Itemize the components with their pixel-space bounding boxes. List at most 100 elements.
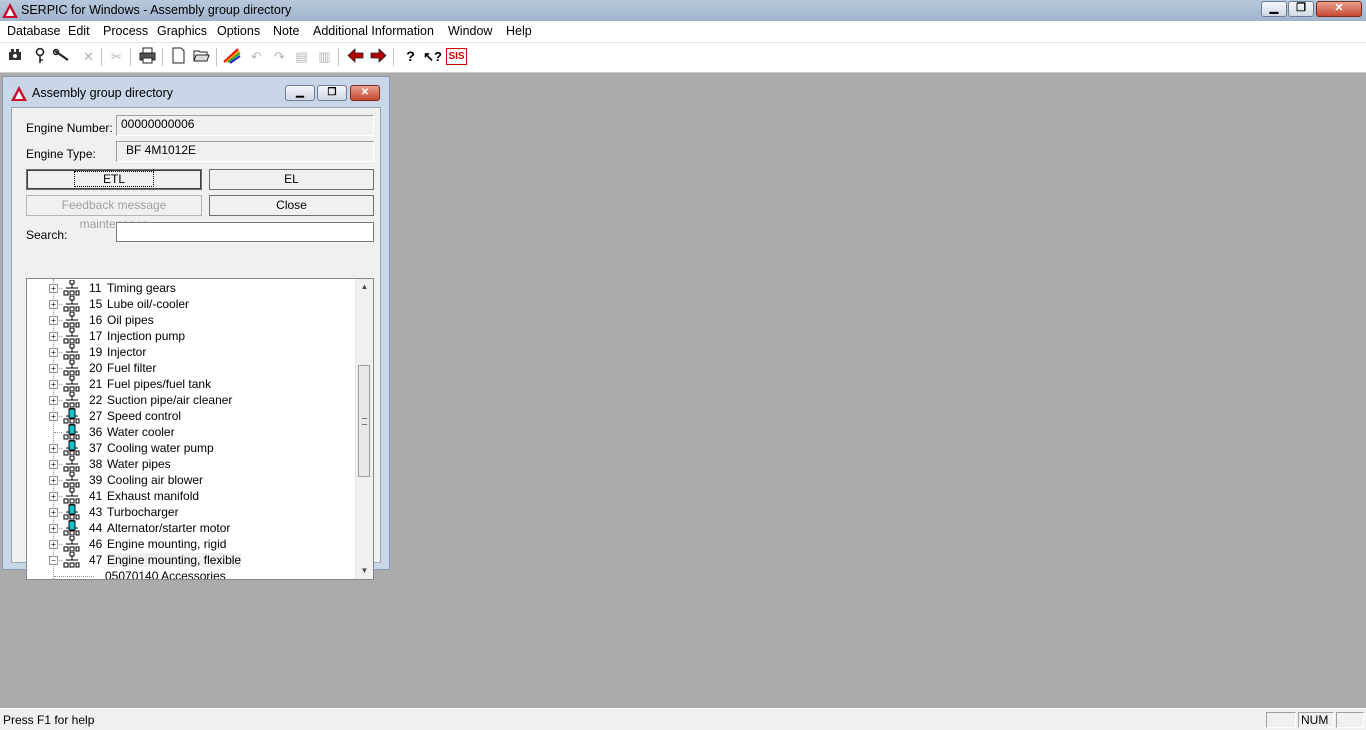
tree-item[interactable]: +15 Lube oil/-cooler <box>27 296 357 312</box>
tree-item[interactable]: +41 Exhaust manifold <box>27 488 357 504</box>
menu-process[interactable]: Process <box>103 24 148 38</box>
tree-item-label: Water cooler <box>107 425 175 439</box>
tree-item[interactable]: +44 Alternator/starter motor <box>27 520 357 536</box>
menu-additional-information[interactable]: Additional Information <box>313 24 434 38</box>
tree-item-number: 43 <box>89 505 103 519</box>
search-input[interactable] <box>116 222 374 242</box>
engine-icon[interactable] <box>6 47 25 66</box>
close-icon: ✕ <box>1334 2 1344 14</box>
close-dialog-button[interactable]: Close <box>209 195 374 216</box>
status-pane-caps <box>1266 712 1296 728</box>
assembly-group-icon <box>63 328 80 344</box>
tree-item-number: 22 <box>89 393 103 407</box>
rainbow-pencil-icon[interactable] <box>222 47 241 66</box>
assembly-group-directory-window[interactable]: Assembly group directory ▁ ❐ ✕ Engine Nu… <box>2 76 390 580</box>
tree-connector <box>54 352 62 353</box>
child-close-button[interactable]: ✕ <box>350 85 380 101</box>
minimize-icon: ▁ <box>1269 2 1279 14</box>
tree-connector <box>54 336 62 337</box>
wrench-icon[interactable] <box>52 47 71 66</box>
search-label: Search: <box>26 228 68 242</box>
open-folder-icon[interactable] <box>192 47 211 66</box>
tree-item[interactable]: +43 Turbocharger <box>27 504 357 520</box>
window-icon[interactable]: ▤ <box>292 47 311 66</box>
tree-item[interactable]: +36Water cooler <box>27 424 357 440</box>
assembly-group-cyan-icon <box>63 440 80 456</box>
app-title-bar[interactable]: SERPIC for Windows - Assembly group dire… <box>0 0 1366 21</box>
redo-icon[interactable]: ↷ <box>270 47 289 66</box>
minimize-button[interactable]: ▁ <box>1261 1 1287 17</box>
engine-type-label: Engine Type: <box>26 147 96 161</box>
scroll-down-arrow-icon[interactable]: ▼ <box>356 563 373 579</box>
toolbar: ✕ ✂ ↶ ↷ ▤ ▥ ? ↖? SIS <box>0 43 1366 73</box>
sis-icon[interactable]: SIS <box>446 47 467 66</box>
menu-help[interactable]: Help <box>506 24 532 38</box>
grip-icon <box>362 418 367 425</box>
menu-window[interactable]: Window <box>448 24 492 38</box>
tree-item[interactable]: +16 Oil pipes <box>27 312 357 328</box>
arrow-left-icon[interactable] <box>346 47 365 66</box>
help-icon[interactable]: ? <box>401 47 420 66</box>
scroll-up-arrow-icon[interactable]: ▲ <box>356 279 373 295</box>
feedback-message-maintenance-button[interactable]: Feedback message maintenance <box>26 195 202 231</box>
close-button[interactable]: ✕ <box>1316 1 1362 17</box>
tree-item-number: 11 <box>89 281 102 295</box>
tree-item[interactable]: +39 Cooling air blower <box>27 472 357 488</box>
tree-item[interactable]: +11 Timing gears <box>27 280 357 296</box>
child-minimize-button[interactable]: ▁ <box>285 85 315 101</box>
tree-item-label: Cooling air blower <box>107 473 204 487</box>
assembly-group-icon <box>63 552 80 568</box>
menu-note[interactable]: Note <box>273 24 299 38</box>
tree-item[interactable]: +37 Cooling water pump <box>27 440 357 456</box>
child-maximize-button[interactable]: ❐ <box>317 85 347 101</box>
tree-item[interactable]: +21 Fuel pipes/fuel tank <box>27 376 357 392</box>
assembly-group-tree[interactable]: +11 Timing gears +15 Lube oil/-cooler +16 Oil… <box>26 278 374 580</box>
window-alt-icon[interactable]: ▥ <box>315 47 334 66</box>
tree-item[interactable]: +17 Injection pump <box>27 328 357 344</box>
menu-options[interactable]: Options <box>217 24 260 38</box>
tree-connector <box>54 576 94 577</box>
engine-number-field[interactable]: 00000000006 <box>116 115 374 136</box>
tree-item-label: Fuel pipes/fuel tank <box>107 377 212 391</box>
tree-child-label: 05070140 Accessories <box>105 569 226 580</box>
tree-item[interactable]: +19 Injector <box>27 344 357 360</box>
undo-icon[interactable]: ↶ <box>247 47 266 66</box>
tree-item[interactable]: −47 Engine mounting, flexible <box>27 552 357 568</box>
etl-button[interactable]: ETL <box>26 169 202 190</box>
arrow-right-icon[interactable] <box>369 47 388 66</box>
el-button[interactable]: EL <box>209 169 374 190</box>
tree-vertical-scrollbar[interactable]: ▲ ▼ <box>355 279 373 579</box>
tree-item[interactable]: +38 Water pipes <box>27 456 357 472</box>
tree-item-label: Injector <box>107 345 147 359</box>
menu-edit[interactable]: Edit <box>68 24 90 38</box>
tree-item-number: 38 <box>89 457 103 471</box>
assembly-group-cyan-icon <box>63 408 80 424</box>
scrollbar-thumb[interactable] <box>358 365 370 477</box>
child-title-bar[interactable]: Assembly group directory ▁ ❐ ✕ <box>3 77 389 107</box>
printer-icon[interactable] <box>138 47 157 66</box>
assembly-group-icon <box>63 344 80 360</box>
app-logo-icon <box>2 3 18 18</box>
scissors-icon[interactable]: ✂ <box>107 47 126 66</box>
cross-icon[interactable]: ✕ <box>79 47 98 66</box>
assembly-group-icon <box>63 472 80 488</box>
menu-bar: Database Edit Process Graphics Options N… <box>0 21 1366 43</box>
tree-item[interactable]: +46 Engine mounting, rigid <box>27 536 357 552</box>
menu-graphics[interactable]: Graphics <box>157 24 207 38</box>
assembly-group-cyan-icon <box>63 504 80 520</box>
tree-item[interactable]: +27 Speed control <box>27 408 357 424</box>
key-icon[interactable] <box>30 47 49 66</box>
tree-item[interactable]: +22 Suction pipe/air cleaner <box>27 392 357 408</box>
status-help-text: Press F1 for help <box>3 713 95 727</box>
tree-item-label: Water pipes <box>107 457 171 471</box>
tree-item[interactable]: +20 Fuel filter <box>27 360 357 376</box>
etl-button-label: ETL <box>73 171 155 187</box>
engine-type-field[interactable]: BF 4M1012E <box>116 141 374 162</box>
tree-item-label: Lube oil/-cooler <box>107 297 190 311</box>
maximize-button[interactable]: ❐ <box>1288 1 1314 17</box>
close-icon: ✕ <box>360 87 370 98</box>
new-document-icon[interactable] <box>169 47 188 66</box>
menu-database[interactable]: Database <box>7 24 61 38</box>
context-help-icon[interactable]: ↖? <box>423 47 442 66</box>
tree-child-item[interactable]: 05070140 Accessories <box>27 568 357 580</box>
